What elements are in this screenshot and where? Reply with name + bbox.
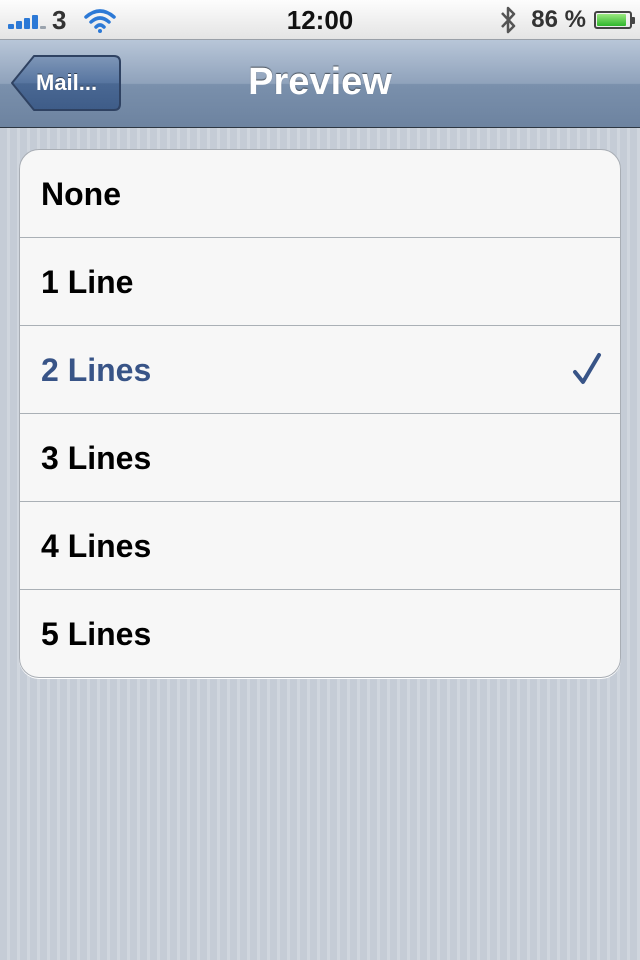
option-label: 5 Lines [41, 616, 152, 652]
preview-options-list: None 1 Line 2 Lines 3 Lines 4 Lines 5 Li… [19, 149, 621, 678]
battery-fill [597, 14, 626, 26]
status-right: 86 % [499, 0, 635, 40]
checkmark-icon [573, 353, 601, 384]
page-title: Preview [248, 61, 392, 103]
option-5-lines[interactable]: 5 Lines [20, 590, 620, 677]
battery-percent: 86 % [531, 6, 586, 33]
option-label: 2 Lines [41, 352, 152, 388]
status-bar: 3 12:00 86 % [0, 0, 640, 40]
back-button-label: Mail... [36, 70, 98, 95]
option-label: 4 Lines [41, 528, 152, 564]
navigation-bar: Mail... Preview [0, 40, 640, 128]
back-button[interactable]: Mail... [10, 54, 122, 112]
option-2-lines[interactable]: 2 Lines [20, 326, 620, 414]
option-label: None [41, 176, 121, 212]
option-1-line[interactable]: 1 Line [20, 238, 620, 326]
option-label: 3 Lines [41, 440, 152, 476]
option-label: 1 Line [41, 264, 134, 300]
bluetooth-icon [501, 6, 516, 34]
option-3-lines[interactable]: 3 Lines [20, 414, 620, 502]
option-4-lines[interactable]: 4 Lines [20, 502, 620, 590]
battery-icon [594, 11, 635, 29]
option-none[interactable]: None [20, 150, 620, 238]
